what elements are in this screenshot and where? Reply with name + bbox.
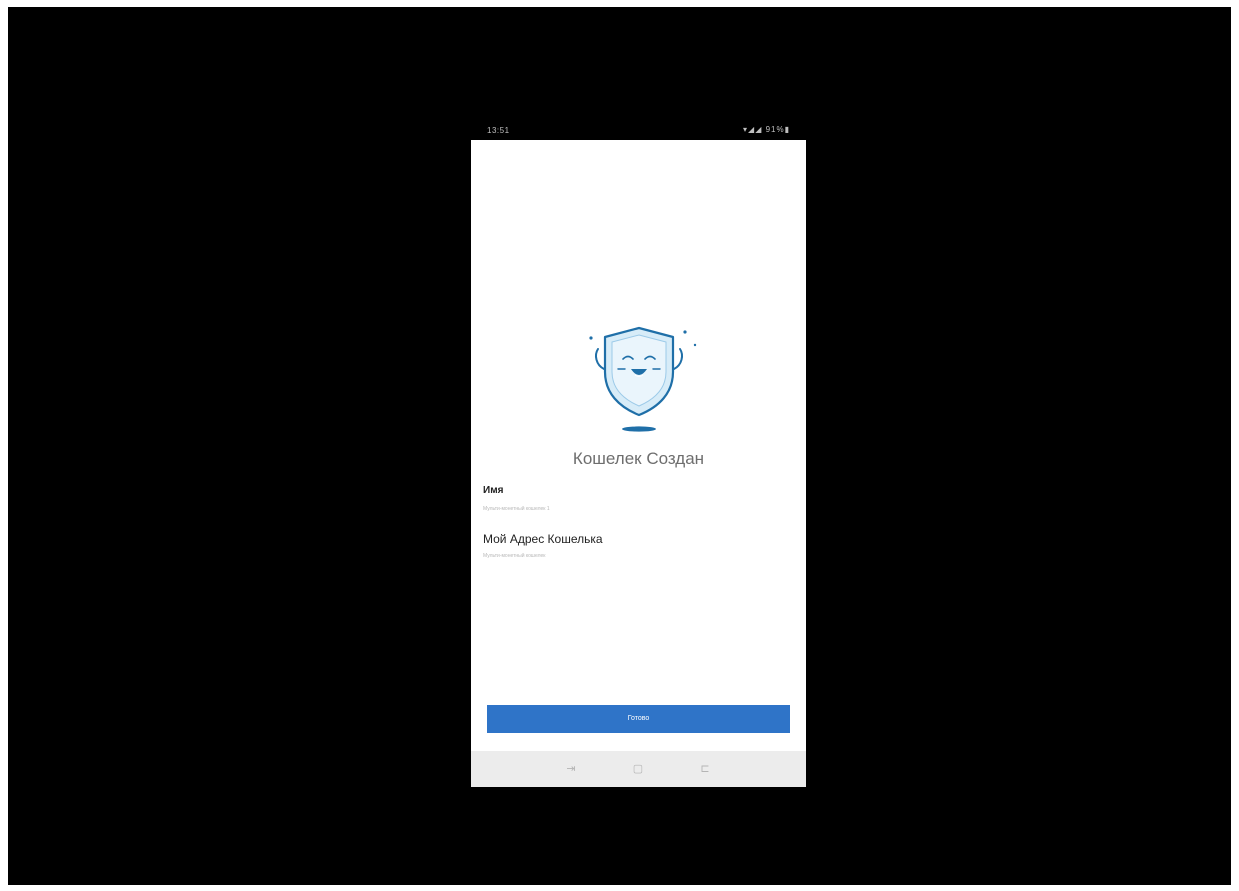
name-label: Имя: [483, 485, 504, 496]
done-button[interactable]: Готово: [487, 705, 790, 733]
page-title: Кошелек Создан: [572, 449, 705, 468]
wallet-address-value[interactable]: Мульти-монетный кошелек: [483, 553, 545, 559]
name-value[interactable]: Мульти-монетный кошелек 1: [483, 506, 550, 512]
wallet-created-screen: Кошелек Создан Имя Мульти-монетный кошел…: [471, 140, 806, 751]
status-time: 13:51: [487, 126, 510, 135]
phone-screen: 13:51 ▾◢◢ 91%▮ Кошелек Создан Имя Мульти…: [471, 120, 806, 787]
recents-icon[interactable]: ⊏: [697, 761, 713, 777]
status-bar: 13:51 ▾◢◢ 91%▮: [471, 120, 806, 140]
back-icon[interactable]: ⇥: [563, 761, 579, 777]
wallet-address-label: Мой Адрес Кошелька: [483, 532, 603, 546]
video-frame: 13:51 ▾◢◢ 91%▮ Кошелек Создан Имя Мульти…: [8, 7, 1231, 885]
status-icons: ▾◢◢ 91%▮: [743, 125, 790, 134]
smiling-shield-icon: [589, 326, 697, 432]
home-icon[interactable]: ▢: [630, 761, 646, 777]
navigation-bar: ⇥ ▢ ⊏: [471, 751, 806, 787]
